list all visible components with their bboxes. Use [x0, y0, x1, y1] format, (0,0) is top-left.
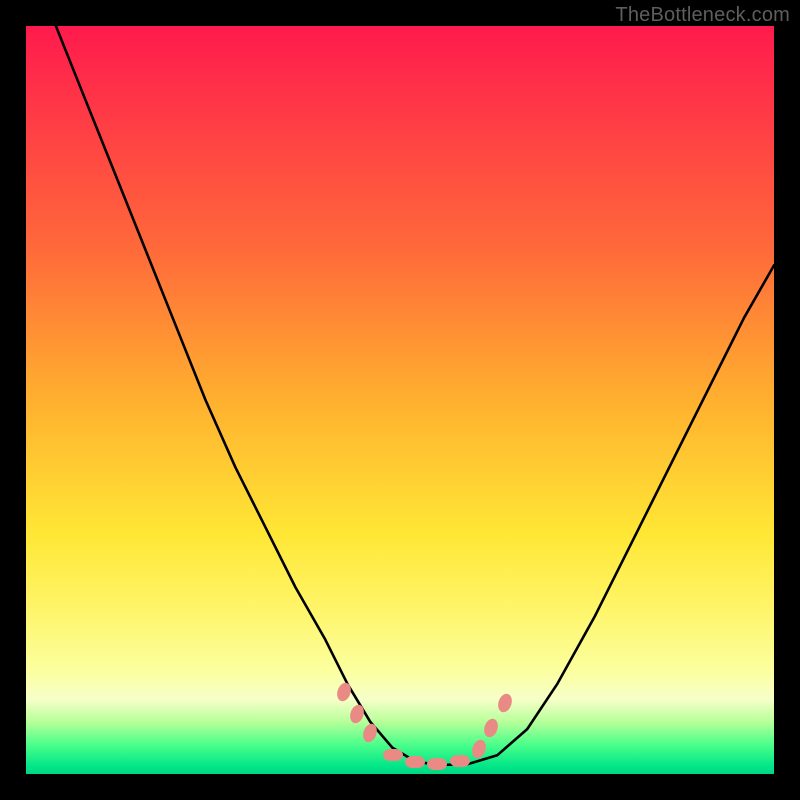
curve-marker [450, 755, 470, 767]
chart-frame: TheBottleneck.com [0, 0, 800, 800]
curve-marker [383, 749, 403, 761]
curve-marker [405, 756, 425, 768]
bottleneck-curve [26, 26, 774, 774]
plot-area [26, 26, 774, 774]
curve-marker [427, 758, 447, 770]
watermark-text: TheBottleneck.com [615, 4, 790, 27]
